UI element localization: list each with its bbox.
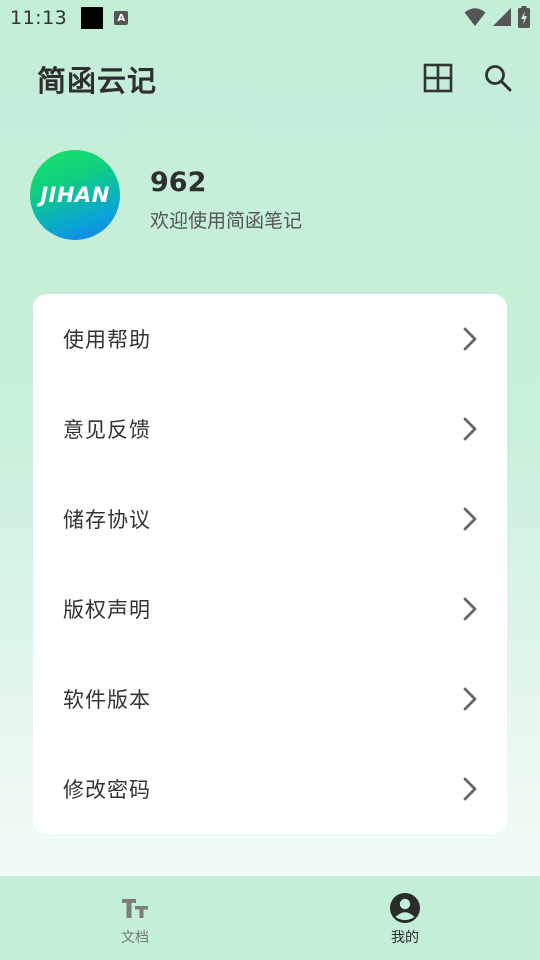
bottom-navigation: 文档 我的 (0, 876, 540, 960)
avatar[interactable]: JIHAN (30, 150, 120, 240)
menu-item-help[interactable]: 使用帮助 (33, 294, 507, 384)
notification-a-icon: A (114, 11, 129, 25)
menu-item-version[interactable]: 软件版本 (33, 654, 507, 744)
chevron-right-icon (461, 417, 479, 441)
app-title: 简函云记 (37, 64, 158, 98)
search-button[interactable] (480, 60, 516, 96)
status-time: 11:13 (10, 7, 68, 29)
menu-item-change-password[interactable]: 修改密码 (33, 744, 507, 834)
menu-item-copyright[interactable]: 版权声明 (33, 564, 507, 654)
chevron-right-icon (461, 687, 479, 711)
cell-signal-icon (493, 8, 511, 26)
grid-icon (423, 63, 453, 93)
chevron-right-icon (461, 507, 479, 531)
menu-item-label: 修改密码 (63, 778, 151, 802)
notification-app-icon (81, 7, 104, 29)
nav-tab-label: 我的 (391, 930, 419, 946)
chevron-right-icon (461, 597, 479, 621)
status-indicators (464, 6, 530, 28)
user-name: 962 (150, 167, 207, 198)
nav-tab-label: 文档 (121, 930, 149, 946)
profile-header: JIHAN 962 欢迎使用简函笔记 (30, 150, 510, 242)
search-icon (485, 65, 512, 92)
status-bar: 11:13 A (0, 0, 540, 36)
menu-item-label: 版权声明 (63, 598, 151, 622)
avatar-logo-text: JIHAN (40, 183, 110, 207)
grid-view-button[interactable] (420, 60, 456, 96)
app-bar: 简函云记 (0, 48, 540, 108)
chevron-right-icon (461, 777, 479, 801)
wifi-icon (464, 8, 486, 26)
menu-item-label: 储存协议 (63, 508, 151, 532)
menu-item-feedback[interactable]: 意见反馈 (33, 384, 507, 474)
chevron-right-icon (461, 327, 479, 351)
account-circle-icon (389, 892, 421, 924)
settings-menu-card: 使用帮助 意见反馈 储存协议 版权声明 软件版本 修改密码 (33, 294, 507, 834)
nav-tab-mine[interactable]: 我的 (270, 876, 540, 960)
menu-item-label: 意见反馈 (63, 418, 151, 442)
welcome-text: 欢迎使用简函笔记 (150, 210, 303, 232)
menu-item-label: 软件版本 (63, 688, 151, 712)
battery-icon (518, 6, 530, 28)
nav-tab-documents[interactable]: 文档 (0, 876, 270, 960)
menu-item-label: 使用帮助 (63, 328, 151, 352)
text-size-icon (121, 892, 149, 924)
menu-item-storage-agreement[interactable]: 储存协议 (33, 474, 507, 564)
